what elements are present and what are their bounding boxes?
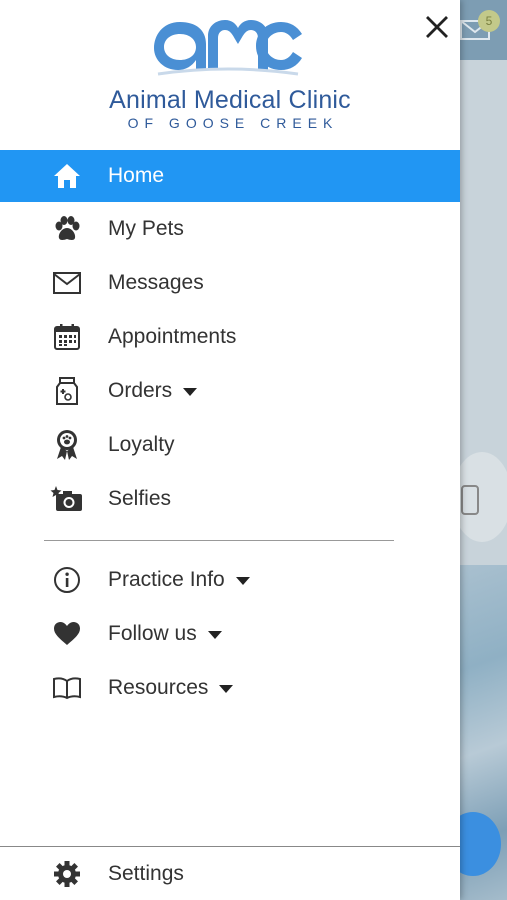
menu-item-orders[interactable]: Orders bbox=[0, 364, 460, 418]
menu-item-loyalty[interactable]: Loyalty bbox=[0, 418, 460, 472]
background-badge: 5 bbox=[478, 10, 500, 32]
menu-divider bbox=[44, 540, 394, 541]
menu-item-settings[interactable]: Settings bbox=[0, 847, 460, 900]
book-icon bbox=[50, 671, 84, 705]
chevron-down-icon bbox=[207, 631, 222, 639]
secondary-menu: Practice Info Follow us Resources bbox=[0, 553, 460, 715]
menu-item-label: My Pets bbox=[108, 217, 184, 240]
calendar-icon bbox=[50, 320, 84, 354]
clinic-subtitle: OF GOOSE CREEK bbox=[127, 115, 339, 131]
chevron-down-icon bbox=[219, 685, 234, 693]
envelope-icon bbox=[50, 266, 84, 300]
menu-item-label: Appointments bbox=[108, 325, 237, 348]
menu-item-label: Settings bbox=[108, 861, 184, 885]
primary-menu: Home My Pets Messages Appointments Order… bbox=[0, 150, 460, 526]
menu-item-label: Messages bbox=[108, 271, 204, 294]
menu-item-resources[interactable]: Resources bbox=[0, 661, 460, 715]
pet-food-bag-icon bbox=[50, 374, 84, 408]
clinic-logo: Animal Medical Clinic OF GOOSE CREEK bbox=[0, 14, 460, 132]
info-icon bbox=[50, 563, 84, 597]
camera-icon bbox=[50, 482, 84, 516]
menu-item-label: Orders bbox=[108, 379, 173, 402]
menu-item-label: Practice Info bbox=[108, 568, 225, 591]
menu-item-selfies[interactable]: Selfies bbox=[0, 472, 460, 526]
background-jar-icon bbox=[461, 485, 479, 515]
chevron-down-icon bbox=[235, 577, 250, 585]
amc-logo-mark bbox=[154, 20, 302, 76]
menu-item-home[interactable]: Home bbox=[0, 150, 460, 202]
clinic-name: Animal Medical Clinic bbox=[109, 86, 351, 114]
menu-item-label: Follow us bbox=[108, 622, 197, 645]
menu-item-label: Resources bbox=[108, 676, 209, 699]
heart-icon bbox=[50, 617, 84, 651]
menu-item-appointments[interactable]: Appointments bbox=[0, 310, 460, 364]
menu-item-follow-us[interactable]: Follow us bbox=[0, 607, 460, 661]
chevron-down-icon bbox=[183, 388, 198, 396]
gear-icon bbox=[50, 857, 84, 891]
menu-item-practice-info[interactable]: Practice Info bbox=[0, 553, 460, 607]
navigation-drawer: Animal Medical Clinic OF GOOSE CREEK Hom… bbox=[0, 0, 460, 900]
menu-item-label: Home bbox=[108, 164, 165, 187]
background-app: 5 bbox=[460, 0, 507, 900]
award-ribbon-icon bbox=[50, 428, 84, 462]
menu-item-my-pets[interactable]: My Pets bbox=[0, 202, 460, 256]
menu-item-label: Selfies bbox=[108, 487, 172, 510]
menu-item-label: Loyalty bbox=[108, 433, 175, 456]
menu-item-messages[interactable]: Messages bbox=[0, 256, 460, 310]
paw-icon bbox=[50, 212, 84, 246]
home-icon bbox=[50, 159, 84, 193]
